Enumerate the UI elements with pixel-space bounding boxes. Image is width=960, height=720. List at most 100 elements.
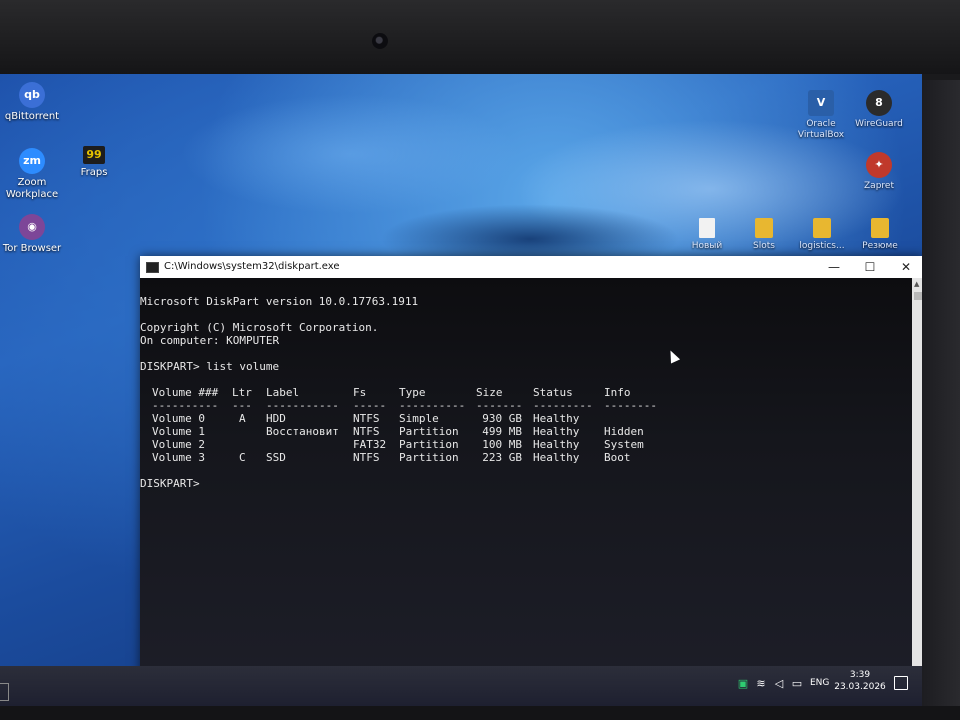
table-cell: Healthy bbox=[533, 412, 580, 425]
table-cell: Healthy bbox=[533, 425, 580, 438]
desktop-icon-label: WireGuard bbox=[855, 119, 903, 129]
table-separator: ----------- bbox=[266, 399, 339, 412]
start-button[interactable] bbox=[0, 683, 9, 701]
table-header: Info bbox=[604, 386, 631, 399]
maximize-button[interactable]: ☐ bbox=[852, 256, 888, 278]
console-prompt: DISKPART> bbox=[140, 477, 200, 490]
desktop-icon-wireguard[interactable]: 8 WireGuard bbox=[842, 90, 916, 130]
table-cell: Partition bbox=[399, 451, 459, 464]
table-cell: Hidden bbox=[604, 425, 644, 438]
scroll-thumb[interactable] bbox=[914, 292, 922, 300]
document-icon bbox=[699, 218, 715, 238]
clock-date: 23.03.2026 bbox=[834, 682, 886, 692]
desktop-icon-qbittorrent[interactable]: qb qBittorrent bbox=[0, 82, 69, 123]
taskbar: ▣ ≋ ◁ ▭ ENG 3:39 23.03.2026 bbox=[0, 666, 922, 706]
table-cell: Healthy bbox=[533, 451, 580, 464]
desktop-icon-label: Zapret bbox=[864, 181, 894, 191]
close-button[interactable]: ✕ bbox=[888, 256, 922, 278]
table-cell: Partition bbox=[399, 425, 459, 438]
folder-icon bbox=[813, 218, 831, 238]
table-cell: A bbox=[239, 412, 246, 425]
table-separator: ---------- bbox=[152, 399, 219, 412]
clock[interactable]: 3:39 23.03.2026 bbox=[830, 666, 890, 692]
desktop-icon-zapret[interactable]: ✦ Zapret bbox=[842, 152, 916, 192]
table-cell: NTFS bbox=[353, 412, 380, 425]
desktop-icon-label: Fraps bbox=[80, 167, 108, 178]
desktop-icon-folder[interactable]: Резюме bbox=[843, 218, 917, 252]
scroll-up-icon[interactable]: ▲ bbox=[914, 280, 919, 288]
console-output[interactable]: Microsoft DiskPart version 10.0.17763.19… bbox=[140, 278, 912, 686]
desktop: qb qBittorrent zm Zoom Workplace 99 Frap… bbox=[0, 74, 922, 706]
table-cell: 499 MB bbox=[482, 425, 522, 438]
language-indicator[interactable]: ENG bbox=[810, 678, 829, 688]
desktop-icon-label: Tor Browser bbox=[2, 243, 62, 254]
table-cell: System bbox=[604, 438, 644, 451]
console-scrollbar[interactable]: ▲ ▼ bbox=[912, 278, 922, 686]
desktop-icon-label: qBittorrent bbox=[4, 111, 60, 122]
table-separator: --- bbox=[232, 399, 252, 412]
table-cell: Volume 3 bbox=[152, 451, 205, 464]
desktop-icon-fraps[interactable]: 99 Fraps bbox=[57, 146, 131, 179]
desktop-icon-label: Zoom Workplace bbox=[5, 177, 59, 200]
laptop-bezel-top bbox=[0, 0, 960, 74]
table-cell: NTFS bbox=[353, 425, 380, 438]
virtualbox-icon: V bbox=[808, 90, 834, 116]
table-header: Label bbox=[266, 386, 300, 399]
wireguard-icon: 8 bbox=[866, 90, 892, 116]
table-cell: 930 GB bbox=[482, 412, 522, 425]
table-cell: SSD bbox=[266, 451, 286, 464]
table-separator: ------- bbox=[476, 399, 523, 412]
table-cell: Simple bbox=[399, 412, 439, 425]
table-cell: 100 MB bbox=[482, 438, 522, 451]
table-header: Size bbox=[476, 386, 503, 399]
table-cell: FAT32 bbox=[353, 438, 387, 451]
desktop-icon-tor-browser[interactable]: ◉ Tor Browser bbox=[0, 214, 69, 255]
table-header: Status bbox=[533, 386, 573, 399]
volume-icon[interactable]: ◁ bbox=[772, 677, 786, 691]
laptop-bezel-bottom bbox=[0, 706, 960, 720]
table-cell: NTFS bbox=[353, 451, 380, 464]
window-title: C:\Windows\system32\diskpart.exe bbox=[164, 261, 340, 272]
folder-icon bbox=[755, 218, 773, 238]
table-cell: Boot bbox=[604, 451, 631, 464]
console-line: Microsoft DiskPart version 10.0.17763.19… bbox=[140, 295, 419, 308]
app-tray-icon[interactable]: ▣ bbox=[736, 677, 750, 691]
notifications-icon[interactable] bbox=[894, 676, 908, 690]
qbittorrent-icon: qb bbox=[19, 82, 45, 108]
table-separator: ----- bbox=[353, 399, 387, 412]
table-header: Type bbox=[399, 386, 426, 399]
table-header: Ltr bbox=[232, 386, 252, 399]
table-cell: Volume 0 bbox=[152, 412, 205, 425]
console-line: On computer: KOMPUTER bbox=[140, 334, 280, 347]
diskpart-window[interactable]: C:\Windows\system32\diskpart.exe — ☐ ✕ M… bbox=[140, 256, 922, 686]
table-cell: 223 GB bbox=[482, 451, 522, 464]
console-line: Copyright (C) Microsoft Corporation. bbox=[140, 321, 379, 334]
zoom-icon: zm bbox=[19, 148, 45, 174]
desktop-icon-label: Резюме bbox=[862, 241, 898, 251]
clock-time: 3:39 bbox=[849, 670, 871, 680]
fraps-icon: 99 bbox=[83, 146, 105, 164]
table-header: Fs bbox=[353, 386, 367, 399]
console-command: DISKPART> list volume bbox=[140, 360, 280, 373]
folder-icon bbox=[871, 218, 889, 238]
table-cell: Восстановит bbox=[266, 425, 339, 438]
laptop-bezel-right bbox=[920, 80, 960, 720]
webcam bbox=[372, 33, 388, 49]
table-cell: Healthy bbox=[533, 438, 580, 451]
console-icon bbox=[146, 262, 159, 273]
table-separator: ---------- bbox=[399, 399, 466, 412]
window-titlebar[interactable]: C:\Windows\system32\diskpart.exe — ☐ ✕ bbox=[140, 256, 922, 278]
table-cell: Partition bbox=[399, 438, 459, 451]
wifi-icon[interactable]: ≋ bbox=[754, 677, 768, 691]
minimize-button[interactable]: — bbox=[816, 256, 852, 278]
zapret-icon: ✦ bbox=[866, 152, 892, 178]
table-header: Volume ### bbox=[152, 386, 219, 399]
table-cell: Volume 1 bbox=[152, 425, 205, 438]
table-separator: -------- bbox=[604, 399, 657, 412]
tor-browser-icon: ◉ bbox=[19, 214, 45, 240]
table-separator: --------- bbox=[533, 399, 593, 412]
table-cell: HDD bbox=[266, 412, 286, 425]
table-cell: C bbox=[239, 451, 246, 464]
table-cell: Volume 2 bbox=[152, 438, 205, 451]
battery-icon[interactable]: ▭ bbox=[790, 677, 804, 691]
